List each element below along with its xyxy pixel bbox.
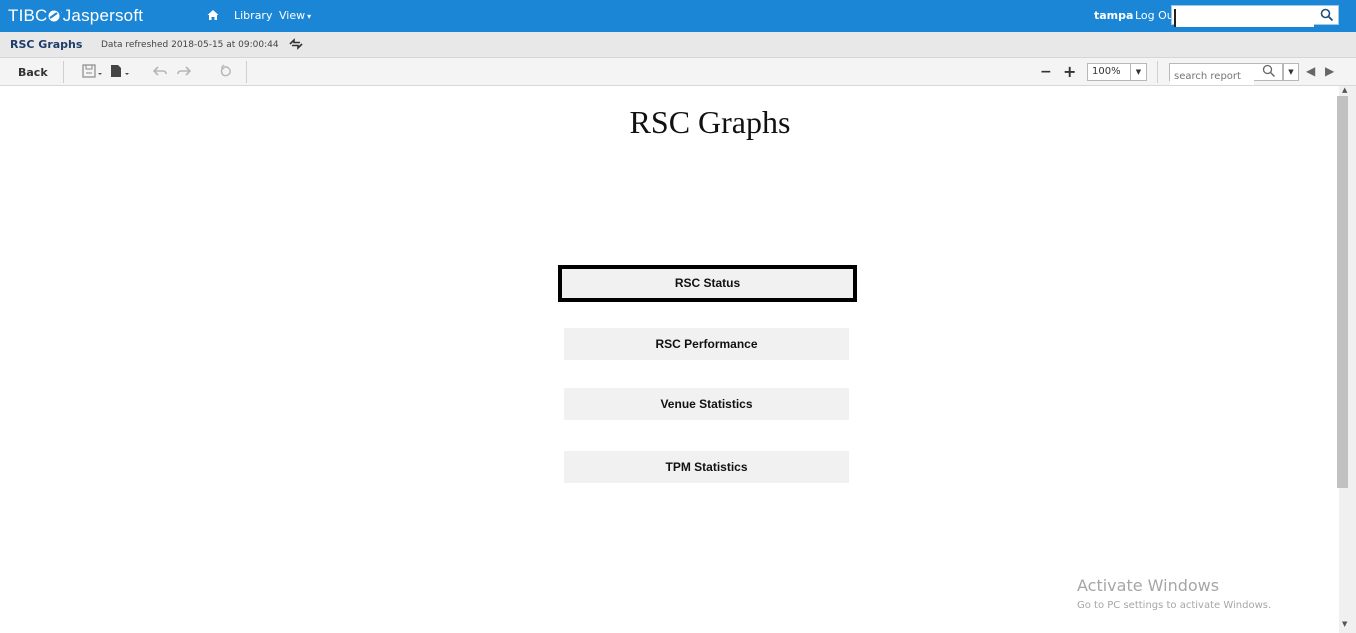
current-user: tampa — [1094, 9, 1134, 22]
scroll-thumb[interactable] — [1337, 96, 1348, 488]
undo-icon[interactable] — [152, 63, 168, 79]
zoom-in-button[interactable]: + — [1063, 62, 1076, 81]
tpm-statistics-button[interactable]: TPM Statistics — [564, 451, 849, 483]
report-title: RSC Graphs — [10, 38, 83, 51]
refresh-icon[interactable] — [288, 37, 304, 51]
zoom-value: 100% — [1092, 66, 1121, 77]
top-nav-bar: TIBC ·Jaspersoft Library View ▾ tampa Log … — [0, 0, 1356, 32]
activate-windows-title: Activate Windows — [1077, 576, 1220, 595]
chevron-down-icon[interactable]: ▼ — [1130, 64, 1146, 80]
scroll-down-arrow[interactable]: ▼ — [1342, 620, 1347, 628]
global-search-input[interactable] — [1174, 8, 1314, 27]
home-icon[interactable] — [207, 9, 219, 21]
report-title-bar: RSC Graphs Data refreshed 2018-05-15 at … — [0, 32, 1356, 58]
refresh-status: Data refreshed 2018-05-15 at 09:00:44 — [101, 40, 279, 50]
back-button[interactable]: Back — [18, 66, 48, 79]
report-search-input[interactable] — [1170, 68, 1254, 85]
toolbar-divider — [63, 61, 64, 83]
chevron-down-icon: ▾ — [307, 12, 312, 21]
undo-all-icon[interactable] — [219, 63, 233, 79]
search-icon[interactable] — [1262, 64, 1276, 78]
rsc-performance-button[interactable]: RSC Performance — [564, 328, 849, 360]
zoom-out-button[interactable]: − — [1040, 64, 1052, 80]
report-heading: RSC Graphs — [0, 104, 1356, 141]
activate-windows-subtitle: Go to PC settings to activate Windows. — [1077, 600, 1272, 611]
redo-icon[interactable] — [176, 63, 192, 79]
report-toolbar: Back − + 100% ▼ ▼ ◀ ▶ — [0, 58, 1356, 86]
report-heading-text: RSC Graphs — [629, 104, 791, 140]
global-search-box[interactable] — [1171, 5, 1339, 27]
search-icon[interactable] — [1320, 8, 1334, 22]
nav-library[interactable]: Library — [234, 9, 272, 22]
jaspersoft-logo[interactable]: TIBC ·Jaspersoft — [8, 6, 143, 26]
search-options-dropdown[interactable]: ▼ — [1283, 63, 1299, 81]
save-icon[interactable] — [82, 63, 104, 79]
search-next-button[interactable]: ▶ — [1325, 64, 1334, 78]
nav-view-menu[interactable]: View ▾ — [279, 9, 311, 22]
tibco-ball-icon — [48, 10, 60, 22]
zoom-select[interactable]: 100% ▼ — [1087, 63, 1147, 81]
toolbar-divider — [1157, 61, 1158, 83]
rsc-status-button[interactable]: RSC Status — [558, 265, 857, 302]
toolbar-divider — [246, 61, 247, 83]
search-prev-button[interactable]: ◀ — [1306, 64, 1315, 78]
venue-statistics-button[interactable]: Venue Statistics — [564, 388, 849, 420]
scroll-up-arrow[interactable]: ▲ — [1342, 86, 1347, 94]
logo-jaspersoft-text: Jaspersoft — [62, 6, 144, 25]
nav-view-label: View — [279, 9, 306, 22]
logo-tibco-text: TIBC — [8, 6, 48, 25]
export-icon[interactable] — [109, 63, 131, 79]
